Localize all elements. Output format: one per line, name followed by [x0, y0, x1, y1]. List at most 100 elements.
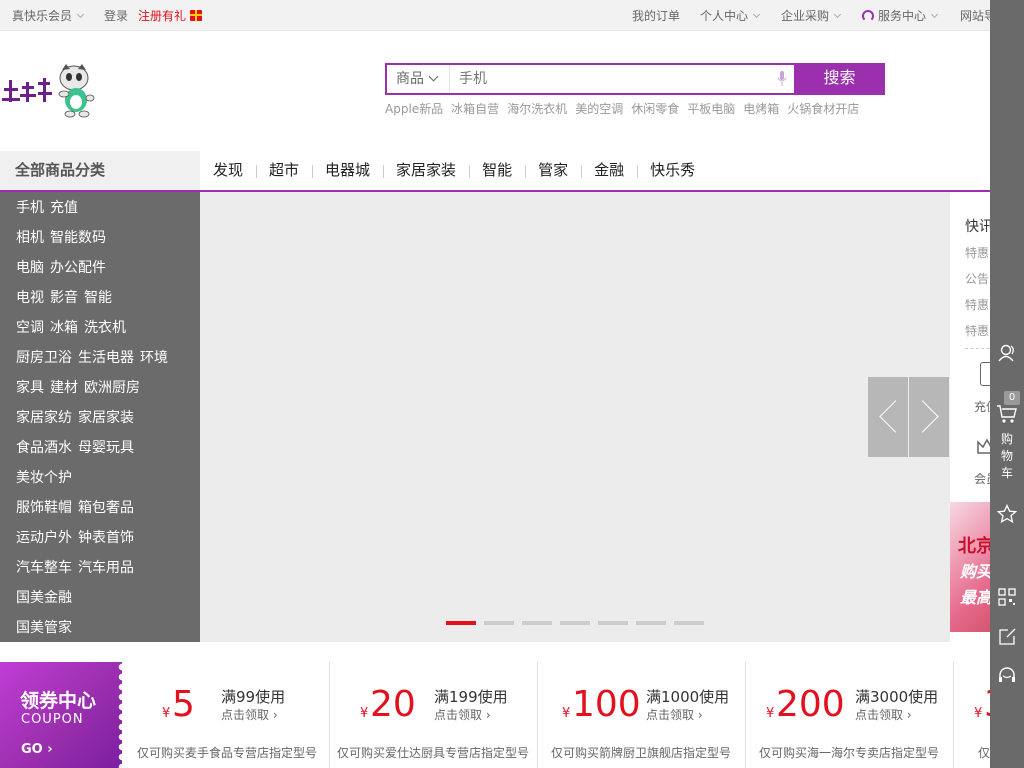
carousel-banner[interactable]: [200, 192, 950, 642]
category-row[interactable]: 运动户外 钟表首饰: [16, 523, 140, 553]
carousel-dot[interactable]: [598, 621, 628, 625]
category-link[interactable]: 空调: [16, 320, 44, 336]
category-link[interactable]: 运动户外: [16, 530, 72, 546]
category-link[interactable]: 母婴玩具: [78, 440, 134, 456]
category-link[interactable]: 国美金融: [16, 590, 72, 606]
category-row[interactable]: 相机 智能数码: [16, 223, 112, 253]
category-link[interactable]: 充值: [50, 200, 78, 216]
user-button[interactable]: [990, 343, 1024, 363]
microphone-icon[interactable]: [777, 71, 787, 87]
all-categories-button[interactable]: 全部商品分类: [0, 151, 200, 190]
category-link[interactable]: 厨房卫浴: [16, 350, 72, 366]
nav-item-home[interactable]: 家居家装: [383, 151, 469, 190]
category-link[interactable]: 家居家装: [78, 410, 134, 426]
category-link[interactable]: 食品酒水: [16, 440, 72, 456]
member-menu[interactable]: 真快乐会员: [12, 8, 85, 24]
carousel-next-arrow[interactable]: [909, 377, 949, 457]
carousel-dot[interactable]: [674, 621, 704, 625]
cart-label[interactable]: 购物车: [1000, 431, 1014, 482]
member-label[interactable]: 会员: [974, 470, 990, 487]
coupon-center-banner[interactable]: 领券中心 COUPON GO ›: [0, 662, 126, 768]
category-row[interactable]: 美妆个护: [16, 463, 78, 493]
category-row[interactable]: 国美金融: [16, 583, 78, 613]
carousel-dot[interactable]: [522, 621, 552, 625]
search-category-select[interactable]: 商品: [387, 65, 450, 93]
category-row[interactable]: 国美管家: [16, 613, 78, 643]
category-row[interactable]: 家具 建材 欧洲厨房: [16, 373, 146, 403]
hot-keyword[interactable]: 美的空调: [575, 102, 623, 116]
news-item[interactable]: 特惠: [965, 322, 989, 339]
carousel-dot[interactable]: [446, 621, 476, 625]
category-link[interactable]: 钟表首饰: [78, 530, 134, 546]
personal-center-menu[interactable]: 个人中心: [700, 8, 761, 24]
nav-item-show[interactable]: 快乐秀: [637, 151, 708, 190]
category-row[interactable]: 空调 冰箱 洗衣机: [16, 313, 132, 343]
qrcode-button[interactable]: [990, 588, 1024, 606]
category-link[interactable]: 智能: [84, 290, 112, 306]
category-link[interactable]: 服饰鞋帽: [16, 500, 72, 516]
nav-item-appliances[interactable]: 电器城: [312, 151, 383, 190]
category-link[interactable]: 家具: [16, 380, 44, 396]
carousel-prev-arrow[interactable]: [868, 377, 908, 457]
category-link[interactable]: 美妆个护: [16, 470, 72, 486]
category-link[interactable]: 汽车整车: [16, 560, 72, 576]
category-link[interactable]: 手机: [16, 200, 44, 216]
hot-keyword[interactable]: 电烤箱: [743, 102, 779, 116]
nav-item-discover[interactable]: 发现: [200, 151, 256, 190]
coupon-card[interactable]: ¥ 20 满199使用 点击领取 › 仅可购买爱仕达厨具专营店指定型号: [330, 662, 538, 768]
recharge-label[interactable]: 充值: [974, 398, 990, 415]
cart-button[interactable]: [990, 404, 1024, 424]
category-link[interactable]: 环境: [140, 350, 168, 366]
category-row[interactable]: 电视 影音 智能: [16, 283, 118, 313]
category-link[interactable]: 建材: [50, 380, 78, 396]
category-row[interactable]: 服饰鞋帽 箱包奢品: [16, 493, 140, 523]
coupon-go-button[interactable]: GO ›: [21, 742, 53, 757]
carousel-dot[interactable]: [560, 621, 590, 625]
coupon-claim-link[interactable]: 点击领取 ›: [855, 706, 912, 723]
category-link[interactable]: 智能数码: [50, 230, 106, 246]
promo-banner[interactable]: 北京 购买 最高: [950, 502, 990, 632]
carousel-dot[interactable]: [636, 621, 666, 625]
category-row[interactable]: 电脑 办公配件: [16, 253, 112, 283]
category-row[interactable]: 食品酒水 母婴玩具: [16, 433, 140, 463]
coupon-card[interactable]: ¥ 5 满99使用 点击领取 › 仅可购买麦手食品专营店指定型号: [122, 662, 330, 768]
news-item[interactable]: 特惠: [965, 244, 989, 261]
phone-icon[interactable]: [980, 362, 990, 386]
hot-keyword[interactable]: Apple新品: [385, 102, 443, 116]
nav-item-butler[interactable]: 管家: [525, 151, 581, 190]
category-row[interactable]: 家居家纺 家居家装: [16, 403, 140, 433]
category-link[interactable]: 电脑: [16, 260, 44, 276]
nav-item-supermarket[interactable]: 超市: [256, 151, 312, 190]
category-link[interactable]: 洗衣机: [84, 320, 126, 336]
category-link[interactable]: 生活电器: [78, 350, 134, 366]
search-button[interactable]: 搜索: [794, 63, 885, 95]
category-link[interactable]: 箱包奢品: [78, 500, 134, 516]
feedback-button[interactable]: [990, 628, 1024, 646]
category-link[interactable]: 欧洲厨房: [84, 380, 140, 396]
category-link[interactable]: 冰箱: [50, 320, 78, 336]
category-row[interactable]: 手机 充值: [16, 193, 84, 223]
category-link[interactable]: 办公配件: [50, 260, 106, 276]
site-logo[interactable]: [0, 60, 100, 120]
category-link[interactable]: 影音: [50, 290, 78, 306]
hot-keyword[interactable]: 平板电脑: [687, 102, 735, 116]
enterprise-menu[interactable]: 企业采购: [781, 8, 842, 24]
coupon-card[interactable]: ¥ 200 满3000使用 点击领取 › 仅可购买海一海尔专卖店指定型号: [746, 662, 954, 768]
hot-keyword[interactable]: 海尔洗衣机: [507, 102, 567, 116]
coupon-claim-link[interactable]: 点击领取 ›: [221, 706, 278, 723]
coupon-card[interactable]: ¥ 100 满1000使用 点击领取 › 仅可购买箭牌厨卫旗舰店指定型号: [538, 662, 746, 768]
service-center-menu[interactable]: 服务中心: [862, 8, 939, 24]
category-row[interactable]: 厨房卫浴 生活电器 环境: [16, 343, 174, 373]
nav-item-finance[interactable]: 金融: [581, 151, 637, 190]
category-link[interactable]: 家居家纺: [16, 410, 72, 426]
customer-service-button[interactable]: [990, 666, 1024, 686]
coupon-claim-link[interactable]: 点击领取 ›: [646, 706, 703, 723]
category-link[interactable]: 相机: [16, 230, 44, 246]
nav-item-smart[interactable]: 智能: [469, 151, 525, 190]
crown-icon[interactable]: [976, 438, 990, 456]
category-link[interactable]: 电视: [16, 290, 44, 306]
coupon-card[interactable]: ¥ 3 仅: [954, 662, 990, 768]
search-input[interactable]: [451, 65, 791, 93]
my-orders-link[interactable]: 我的订单: [632, 8, 680, 24]
hot-keyword[interactable]: 冰箱自营: [451, 102, 499, 116]
